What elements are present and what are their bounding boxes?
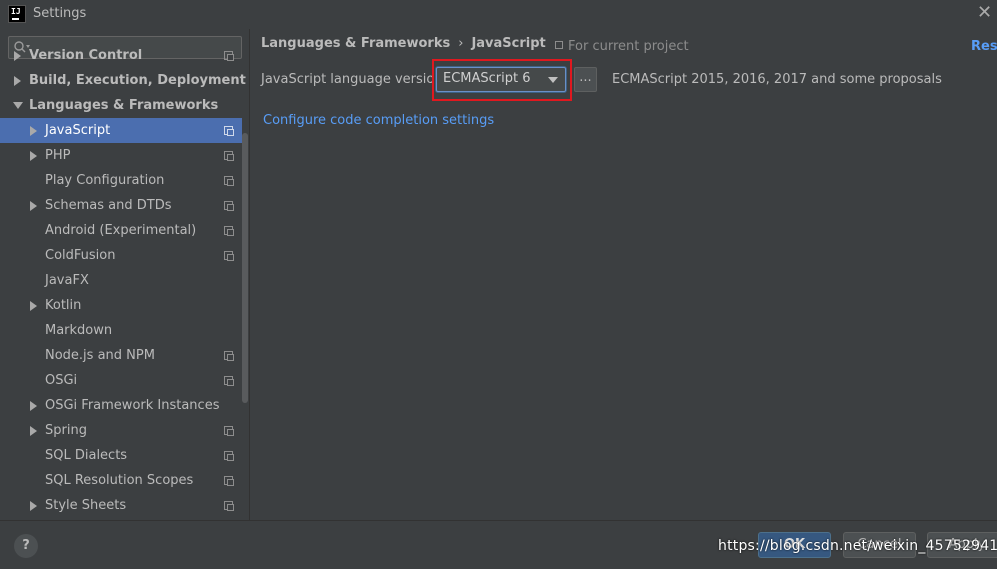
sidebar-item[interactable]: OSGi Framework Instances xyxy=(0,393,242,418)
sidebar-item-label: Node.js and NPM xyxy=(45,348,155,363)
language-version-description: ECMAScript 2015, 2016, 2017 and some pro… xyxy=(612,72,942,87)
sidebar-item-label: Markdown xyxy=(45,323,113,338)
breadcrumb-current: JavaScript xyxy=(471,36,546,51)
sidebar-item[interactable]: ColdFusion xyxy=(0,243,242,268)
breadcrumb-parent[interactable]: Languages & Frameworks xyxy=(261,36,450,51)
project-scope-icon xyxy=(224,476,234,486)
sidebar-item-label: SQL Dialects xyxy=(45,448,128,463)
expanded-arrow-icon[interactable] xyxy=(13,102,23,109)
project-scope-icon xyxy=(224,251,234,261)
project-scope-icon xyxy=(224,51,234,61)
language-version-value: ECMAScript 6 xyxy=(443,71,531,86)
sidebar-item-label: JavaScript xyxy=(45,123,111,138)
project-scope-icon xyxy=(224,351,234,361)
sidebar-item[interactable]: OSGi xyxy=(0,368,242,393)
sidebar-item-label: Spring xyxy=(45,423,87,438)
sidebar-item-label: Style Sheets xyxy=(45,498,127,513)
project-scope-icon xyxy=(224,176,234,186)
sidebar-item-label: Kotlin xyxy=(45,298,82,313)
project-scope-icon xyxy=(224,201,234,211)
settings-sidebar: Version Control Build, Execution, Deploym… xyxy=(0,29,250,520)
sidebar-item[interactable]: SQL Resolution Scopes xyxy=(0,468,242,493)
sidebar-item-label: SQL Resolution Scopes xyxy=(45,473,194,488)
language-version-select[interactable]: ECMAScript 6 xyxy=(436,67,566,92)
sidebar-item-label: Version Control xyxy=(29,48,143,63)
sidebar-item[interactable]: Kotlin xyxy=(0,293,242,318)
sidebar-item[interactable]: PHP xyxy=(0,143,242,168)
sidebar-item-label: Languages & Frameworks xyxy=(29,98,219,113)
sidebar-item[interactable]: Node.js and NPM xyxy=(0,343,242,368)
project-scope-icon xyxy=(224,451,234,461)
project-scope-icon xyxy=(224,376,234,386)
sidebar-item[interactable]: Languages & Frameworks xyxy=(0,93,242,118)
collapsed-arrow-icon[interactable] xyxy=(30,151,37,161)
sidebar-item[interactable]: Style Sheets xyxy=(0,493,242,518)
sidebar-item-label: PHP xyxy=(45,148,71,163)
breadcrumb-separator: › xyxy=(458,36,464,51)
sidebar-item[interactable]: JavaFX xyxy=(0,268,242,293)
sidebar-item[interactable]: Version Control xyxy=(0,43,242,68)
collapsed-arrow-icon[interactable] xyxy=(14,76,21,86)
settings-tree: Version Control Build, Execution, Deploym… xyxy=(0,43,246,518)
sidebar-item-label: Play Configuration xyxy=(45,173,165,188)
sidebar-item[interactable]: JavaScript xyxy=(0,118,242,143)
sidebar-item[interactable]: Play Configuration xyxy=(0,168,242,193)
sidebar-item-label: Android (Experimental) xyxy=(45,223,197,238)
project-scope-icon xyxy=(224,501,234,511)
sidebar-item[interactable]: Schemas and DTDs xyxy=(0,193,242,218)
sidebar-scrollbar[interactable] xyxy=(242,133,248,403)
sidebar-item[interactable]: SQL Dialects xyxy=(0,443,242,468)
sidebar-item[interactable]: Spring xyxy=(0,418,242,443)
language-version-label: JavaScript language version xyxy=(261,72,443,87)
sidebar-item-label: Build, Execution, Deployment xyxy=(29,73,246,88)
close-icon[interactable]: ✕ xyxy=(977,2,997,24)
watermark-text: https://blog.csdn.net/weixin_45752941 xyxy=(718,538,997,554)
sidebar-item-label: OSGi xyxy=(45,373,78,388)
help-button[interactable]: ? xyxy=(14,534,38,558)
sidebar-item-label: OSGi Framework Instances xyxy=(45,398,220,413)
breadcrumb: Languages & Frameworks › JavaScript xyxy=(261,36,546,51)
app-logo-text: IJ xyxy=(11,7,21,16)
sidebar-item-label: JavaFX xyxy=(45,273,89,288)
project-scope-icon xyxy=(555,41,563,49)
configure-completion-link[interactable]: Configure code completion settings xyxy=(263,113,494,128)
collapsed-arrow-icon[interactable] xyxy=(30,201,37,211)
scope-note: For current project xyxy=(555,39,689,54)
window-title: Settings xyxy=(33,6,87,21)
scope-note-text: For current project xyxy=(568,39,689,54)
intellij-logo-icon: IJ xyxy=(8,5,26,23)
sidebar-item[interactable]: Markdown xyxy=(0,318,242,343)
title-bar: IJ Settings ✕ xyxy=(0,0,997,29)
project-scope-icon xyxy=(224,151,234,161)
settings-content: Languages & Frameworks › JavaScript For cu… xyxy=(250,29,997,520)
collapsed-arrow-icon[interactable] xyxy=(14,51,21,61)
chevron-down-icon xyxy=(548,77,558,83)
collapsed-arrow-icon[interactable] xyxy=(30,426,37,436)
collapsed-arrow-icon[interactable] xyxy=(30,501,37,511)
project-scope-icon xyxy=(224,226,234,236)
sidebar-item-label: ColdFusion xyxy=(45,248,116,263)
collapsed-arrow-icon[interactable] xyxy=(30,126,37,136)
reset-link[interactable]: Reset xyxy=(971,39,997,54)
sidebar-item[interactable]: Android (Experimental) xyxy=(0,218,242,243)
sidebar-item-label: Schemas and DTDs xyxy=(45,198,172,213)
collapsed-arrow-icon[interactable] xyxy=(30,301,37,311)
project-scope-icon xyxy=(224,126,234,136)
project-scope-icon xyxy=(224,426,234,436)
collapsed-arrow-icon[interactable] xyxy=(30,401,37,411)
more-options-button[interactable]: ... xyxy=(574,67,597,92)
sidebar-item[interactable]: Build, Execution, Deployment xyxy=(0,68,246,93)
